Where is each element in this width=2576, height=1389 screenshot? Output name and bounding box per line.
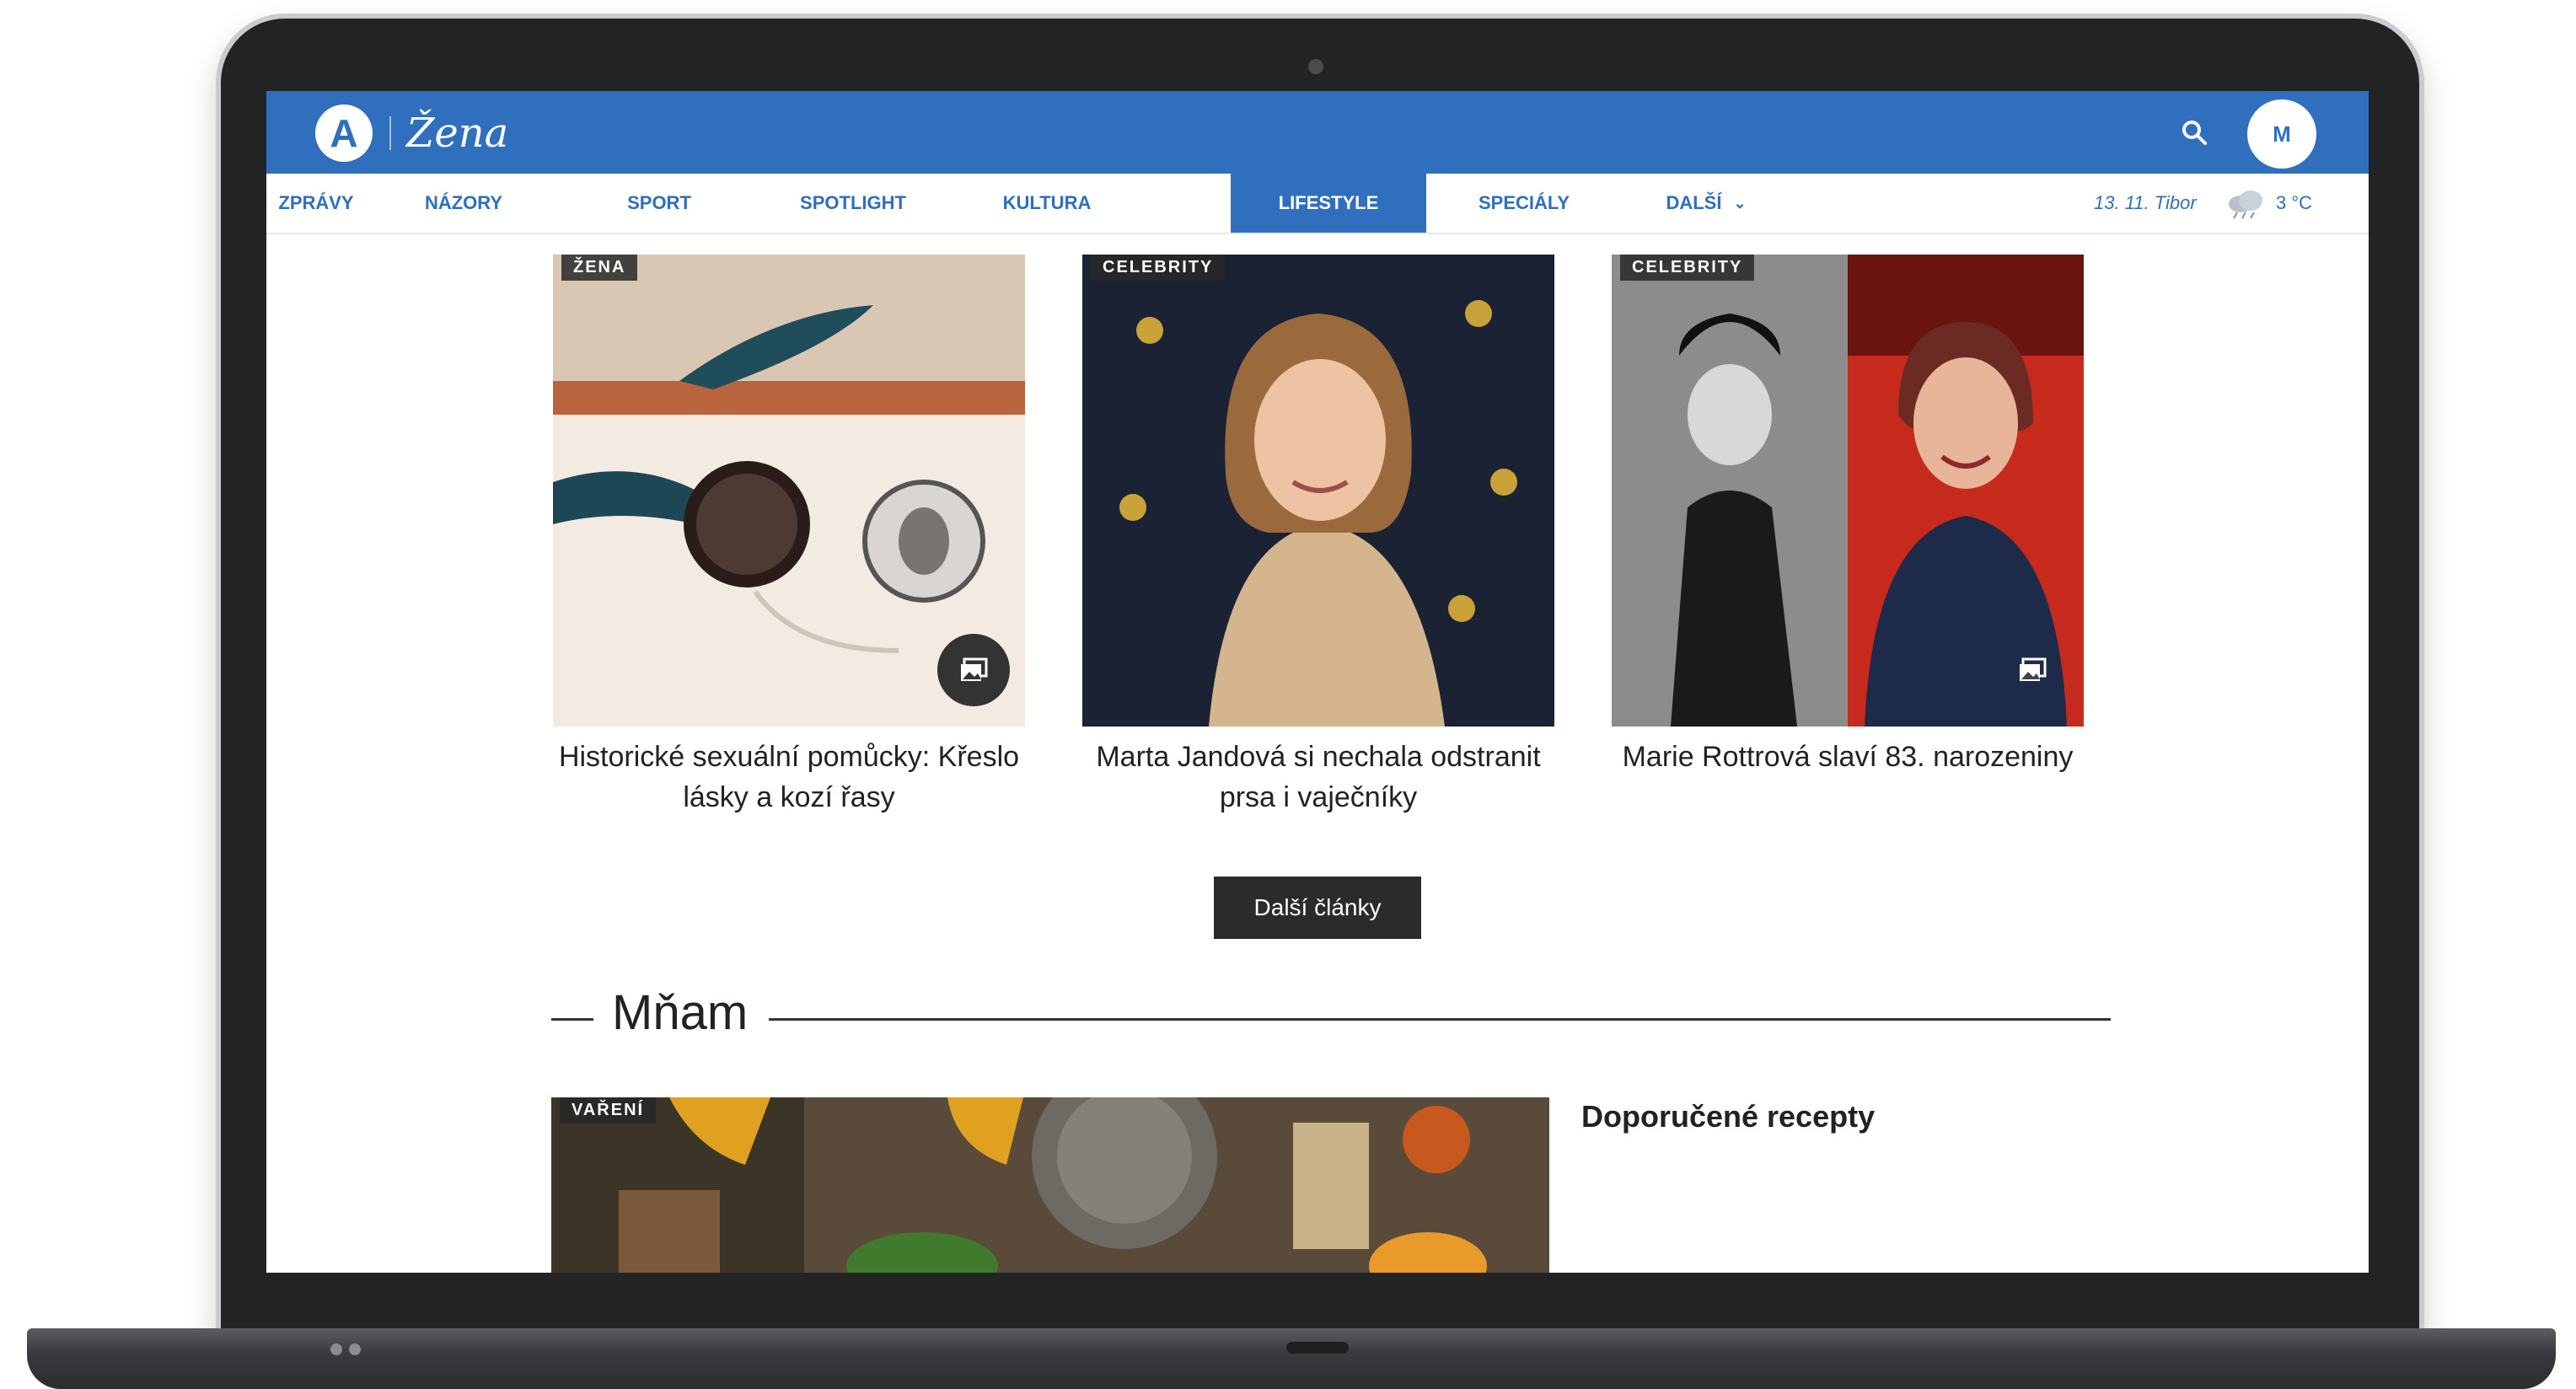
- indicator-light: [330, 1343, 342, 1355]
- gallery-icon: [1996, 634, 2069, 706]
- section-brand[interactable]: Žena: [406, 110, 508, 157]
- temperature-text: 3 °C: [2276, 192, 2313, 213]
- laptop-base: [27, 1328, 2556, 1389]
- category-badge: CELEBRITY: [1620, 255, 1755, 281]
- browser-screen: A Žena M ZPRÁVY NÁZORY SPORT SPOTLIGHT K…: [266, 91, 2369, 1273]
- nav-item-zpravy[interactable]: ZPRÁVY: [266, 174, 366, 233]
- article-card[interactable]: CELEBRITY Marta Jandová si nechala odstr…: [1082, 255, 1554, 818]
- section-title[interactable]: Mňam: [612, 984, 748, 1041]
- nav-label: ZPRÁVY: [278, 192, 354, 213]
- cloud-rain-icon: [2222, 187, 2269, 223]
- site-header: A Žena M: [266, 91, 2369, 174]
- article-card[interactable]: ŽENA Historické sexuální pomůcky: Křeslo…: [553, 255, 1025, 818]
- search-icon: [2182, 121, 2207, 145]
- nav-label: SPOTLIGHT: [800, 192, 906, 213]
- section-divider: [769, 1018, 2111, 1021]
- nav-item-nazory[interactable]: NÁZORY: [366, 174, 561, 233]
- avatar-initial: M: [2273, 121, 2291, 147]
- nav-label: SPECIÁLY: [1478, 192, 1570, 213]
- category-badge: CELEBRITY: [1091, 255, 1226, 281]
- nav-label: NÁZORY: [424, 192, 503, 213]
- article-image[interactable]: ŽENA: [553, 255, 1025, 727]
- article-image[interactable]: CELEBRITY: [1612, 255, 2084, 727]
- logo-divider: [389, 116, 391, 150]
- nav-label: SPORT: [627, 192, 691, 213]
- article-title[interactable]: Marta Jandová si nechala odstranit prsa …: [1082, 737, 1554, 818]
- article-image[interactable]: CELEBRITY: [1082, 255, 1554, 727]
- recipe-hero-image[interactable]: VAŘENÍ: [551, 1097, 1549, 1273]
- user-avatar[interactable]: M: [2247, 99, 2316, 169]
- nav-item-lifestyle[interactable]: LIFESTYLE: [1231, 174, 1426, 233]
- search-button[interactable]: [2176, 115, 2212, 150]
- more-articles-button[interactable]: Další články: [1214, 877, 1421, 939]
- category-badge: VAŘENÍ: [560, 1097, 657, 1124]
- article-card[interactable]: CELEBRITY Marie Rottrová slaví 83. naroz…: [1612, 255, 2084, 777]
- category-badge: ŽENA: [561, 255, 638, 281]
- section-divider: [551, 1018, 593, 1021]
- main-nav: ZPRÁVY NÁZORY SPORT SPOTLIGHT KULTURA LI…: [266, 174, 2369, 234]
- camera-icon: [1308, 59, 1323, 74]
- nav-item-dalsi[interactable]: DALŠÍ ⌄: [1622, 174, 1790, 233]
- recommended-recipes-heading: Doporučené recepty: [1581, 1099, 1876, 1134]
- logo-letter: A: [330, 111, 358, 155]
- nav-label: LIFESTYLE: [1278, 192, 1379, 213]
- nav-label: KULTURA: [1002, 192, 1092, 213]
- nav-item-spotlight[interactable]: SPOTLIGHT: [755, 174, 951, 233]
- nav-item-specialy[interactable]: SPECIÁLY: [1426, 174, 1622, 233]
- article-title[interactable]: Historické sexuální pomůcky: Křeslo lásk…: [553, 737, 1025, 818]
- indicator-light: [349, 1343, 361, 1355]
- nameday-text: 13. 11. Tibor: [2094, 192, 2197, 213]
- site-logo[interactable]: A: [315, 105, 373, 162]
- nav-item-kultura[interactable]: KULTURA: [949, 174, 1145, 233]
- nav-label: DALŠÍ: [1666, 192, 1722, 213]
- laptop-notch: [1286, 1342, 1349, 1354]
- gallery-icon: [937, 634, 1010, 706]
- chevron-down-icon: ⌄: [1733, 194, 1747, 212]
- article-title[interactable]: Marie Rottrová slaví 83. narozeniny: [1612, 737, 2084, 777]
- nav-item-sport[interactable]: SPORT: [561, 174, 757, 233]
